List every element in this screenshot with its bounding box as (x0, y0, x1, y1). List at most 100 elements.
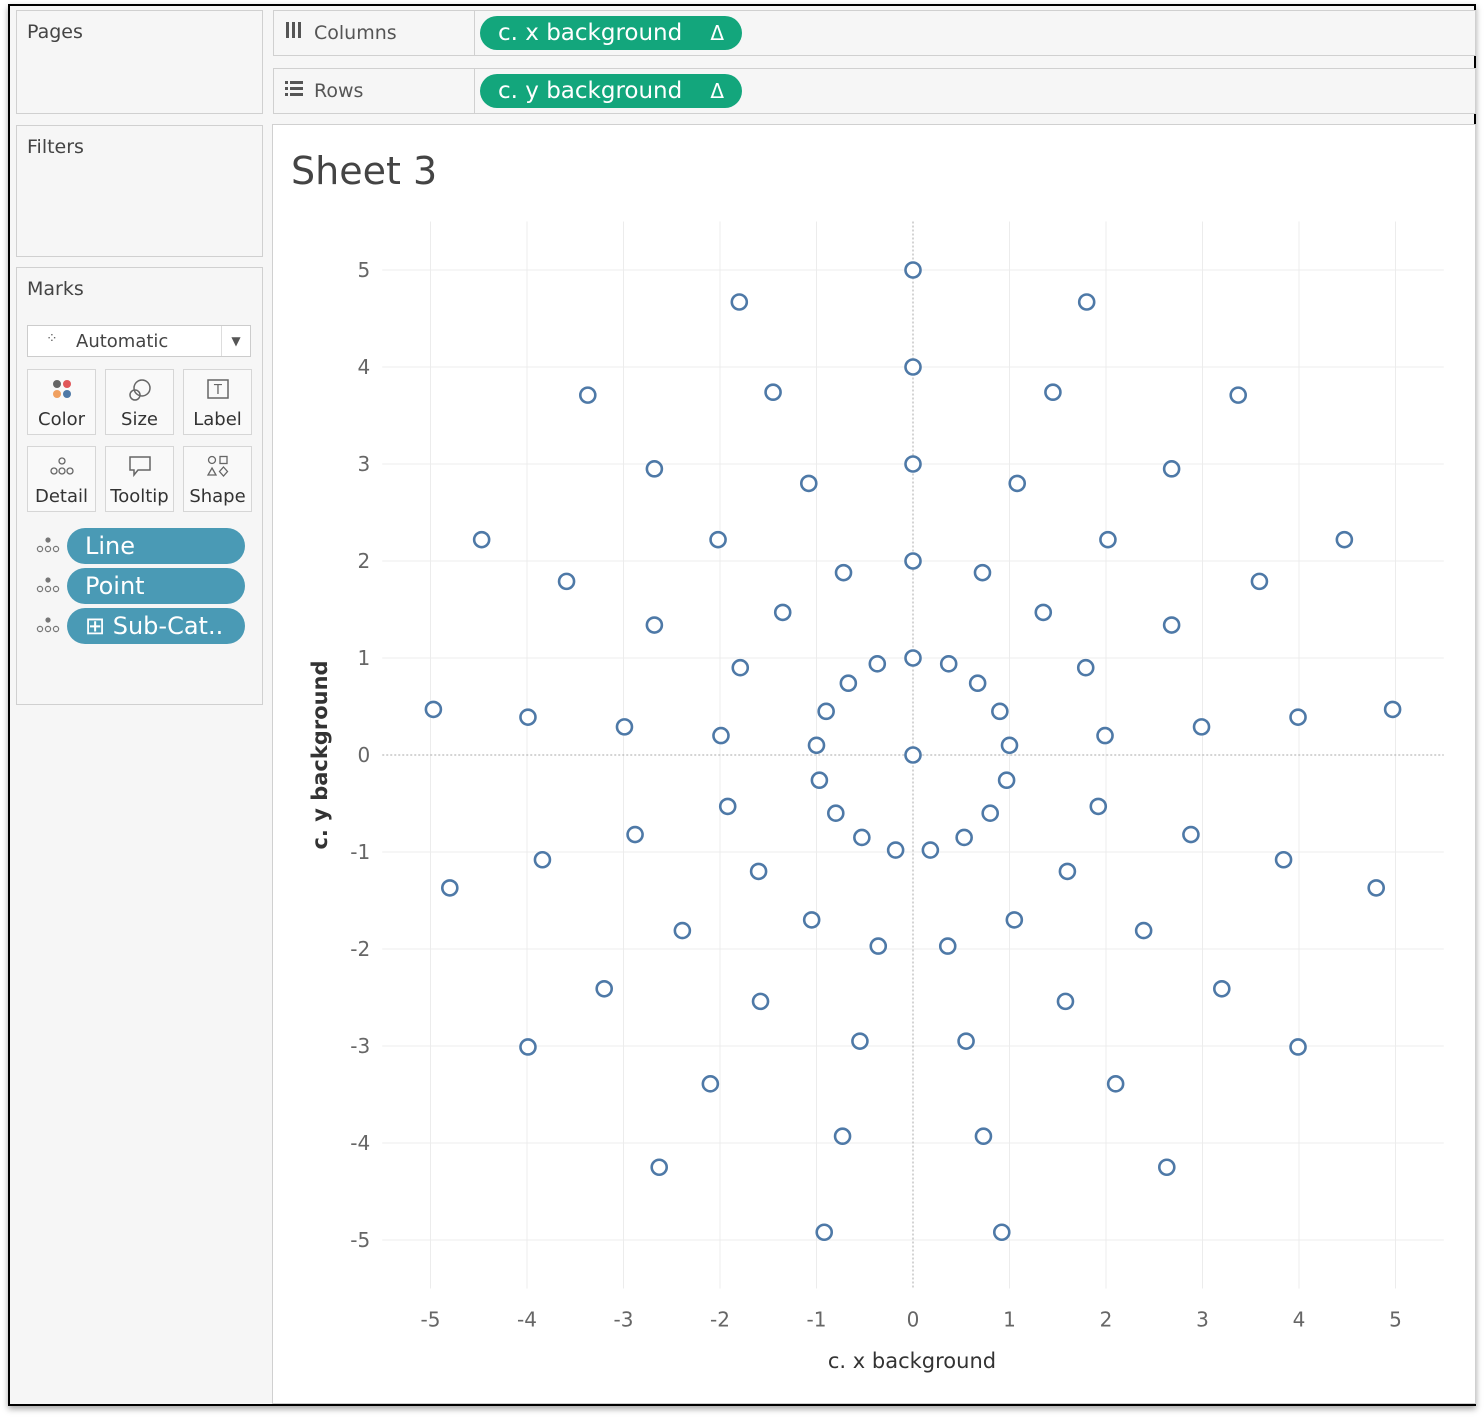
data-point[interactable] (615, 718, 634, 736)
rows-shelf[interactable]: Rows c. y background Δ (273, 68, 1476, 114)
filters-card[interactable]: Filters (16, 125, 263, 257)
data-point[interactable] (731, 658, 750, 677)
data-point[interactable] (1058, 862, 1077, 881)
data-point[interactable] (939, 655, 958, 673)
data-point[interactable] (991, 702, 1009, 721)
data-point[interactable] (810, 771, 829, 790)
data-point[interactable] (519, 1038, 537, 1056)
data-point[interactable] (957, 1032, 975, 1050)
data-point[interactable] (904, 358, 922, 376)
data-point[interactable] (626, 825, 644, 844)
data-point[interactable] (751, 992, 770, 1011)
mark-type-dropdown[interactable]: ⁘ Automatic ▼ (27, 325, 251, 357)
data-point[interactable] (557, 572, 576, 591)
data-point[interactable] (807, 736, 826, 755)
data-point[interactable] (833, 1127, 852, 1146)
data-point[interactable] (472, 530, 491, 549)
data-point[interactable] (992, 1223, 1011, 1242)
chevron-down-icon[interactable]: ▼ (221, 326, 250, 356)
data-point[interactable] (997, 771, 1016, 790)
data-point[interactable] (1096, 726, 1114, 745)
data-point[interactable] (1077, 293, 1096, 311)
color-button[interactable]: Color (27, 369, 96, 435)
data-point[interactable] (904, 552, 922, 570)
data-point[interactable] (1289, 1038, 1307, 1056)
data-point[interactable] (1250, 572, 1269, 591)
data-point[interactable] (886, 841, 905, 859)
data-point[interactable] (974, 1127, 993, 1146)
data-point[interactable] (815, 1223, 834, 1242)
data-point[interactable] (1367, 879, 1385, 897)
data-point[interactable] (1134, 921, 1153, 940)
data-point[interactable] (968, 674, 987, 693)
data-point[interactable] (1162, 460, 1181, 478)
data-point[interactable] (869, 937, 888, 955)
tooltip-button[interactable]: Tooltip (105, 446, 174, 512)
shape-button[interactable]: Shape (183, 446, 252, 512)
data-point[interactable] (1157, 1158, 1176, 1177)
data-point[interactable] (1089, 797, 1108, 816)
data-point[interactable] (730, 293, 749, 311)
data-point[interactable] (1099, 530, 1117, 549)
data-point[interactable] (749, 862, 768, 881)
size-button[interactable]: Size (105, 369, 174, 435)
point-pill[interactable]: Point (67, 568, 245, 604)
data-point[interactable] (645, 460, 664, 478)
data-point[interactable] (981, 804, 1000, 823)
data-point[interactable] (595, 979, 614, 998)
data-point[interactable] (1182, 825, 1200, 844)
data-point[interactable] (834, 563, 853, 582)
data-point[interactable] (441, 879, 459, 897)
detail-button[interactable]: Detail (27, 446, 96, 512)
data-point[interactable] (718, 797, 737, 816)
columns-shelf[interactable]: Columns c. x background Δ (273, 10, 1476, 56)
data-point[interactable] (645, 616, 664, 634)
data-point[interactable] (1229, 386, 1248, 404)
data-point[interactable] (938, 937, 957, 955)
data-point[interactable] (533, 850, 552, 869)
data-point[interactable] (1162, 616, 1181, 634)
line-pill[interactable]: Line (67, 528, 245, 564)
data-point[interactable] (802, 911, 821, 929)
data-point[interactable] (1008, 474, 1027, 493)
data-point[interactable] (955, 828, 973, 847)
data-point[interactable] (973, 563, 992, 582)
data-point[interactable] (839, 674, 858, 693)
data-point[interactable] (904, 455, 922, 473)
data-point[interactable] (1076, 658, 1095, 677)
scatter-chart[interactable]: -5 -4 -3 -2 -1 0 1 2 3 4 5 5 4 3 2 1 0 -1 -2 -3 -4 -5 c. x b… (273, 125, 1475, 1403)
data-point[interactable] (519, 708, 537, 726)
data-point[interactable] (650, 1158, 669, 1177)
data-point[interactable] (1000, 736, 1019, 755)
data-point[interactable] (851, 1032, 869, 1050)
data-point[interactable] (1274, 850, 1293, 869)
data-point[interactable] (921, 841, 940, 859)
label-button[interactable]: T Label (183, 369, 252, 435)
data-point[interactable] (826, 804, 845, 823)
data-point[interactable] (712, 726, 730, 745)
data-point[interactable] (799, 474, 818, 493)
data-point[interactable] (424, 700, 443, 719)
data-point[interactable] (853, 828, 871, 847)
rows-pill[interactable]: c. y background Δ (480, 74, 742, 108)
data-point[interactable] (1034, 603, 1053, 622)
data-point[interactable] (764, 383, 782, 402)
sub-category-pill[interactable]: ⊞ Sub-Cat.. (67, 608, 245, 644)
data-point[interactable] (701, 1075, 720, 1093)
data-point[interactable] (709, 530, 727, 549)
data-point[interactable] (1044, 383, 1062, 402)
columns-pill[interactable]: c. x background Δ (480, 16, 742, 50)
data-point[interactable] (1335, 530, 1354, 549)
data-point[interactable] (868, 655, 887, 673)
data-point[interactable] (773, 603, 792, 622)
data-point[interactable] (904, 261, 922, 279)
data-point[interactable] (1106, 1075, 1125, 1093)
data-point[interactable] (1383, 700, 1402, 719)
pages-card[interactable]: Pages (16, 10, 263, 114)
data-point[interactable] (1056, 992, 1075, 1011)
data-point[interactable] (673, 921, 692, 940)
data-point[interactable] (817, 702, 835, 721)
data-point[interactable] (1005, 911, 1024, 929)
data-point[interactable] (904, 649, 922, 667)
data-point[interactable] (578, 386, 597, 404)
